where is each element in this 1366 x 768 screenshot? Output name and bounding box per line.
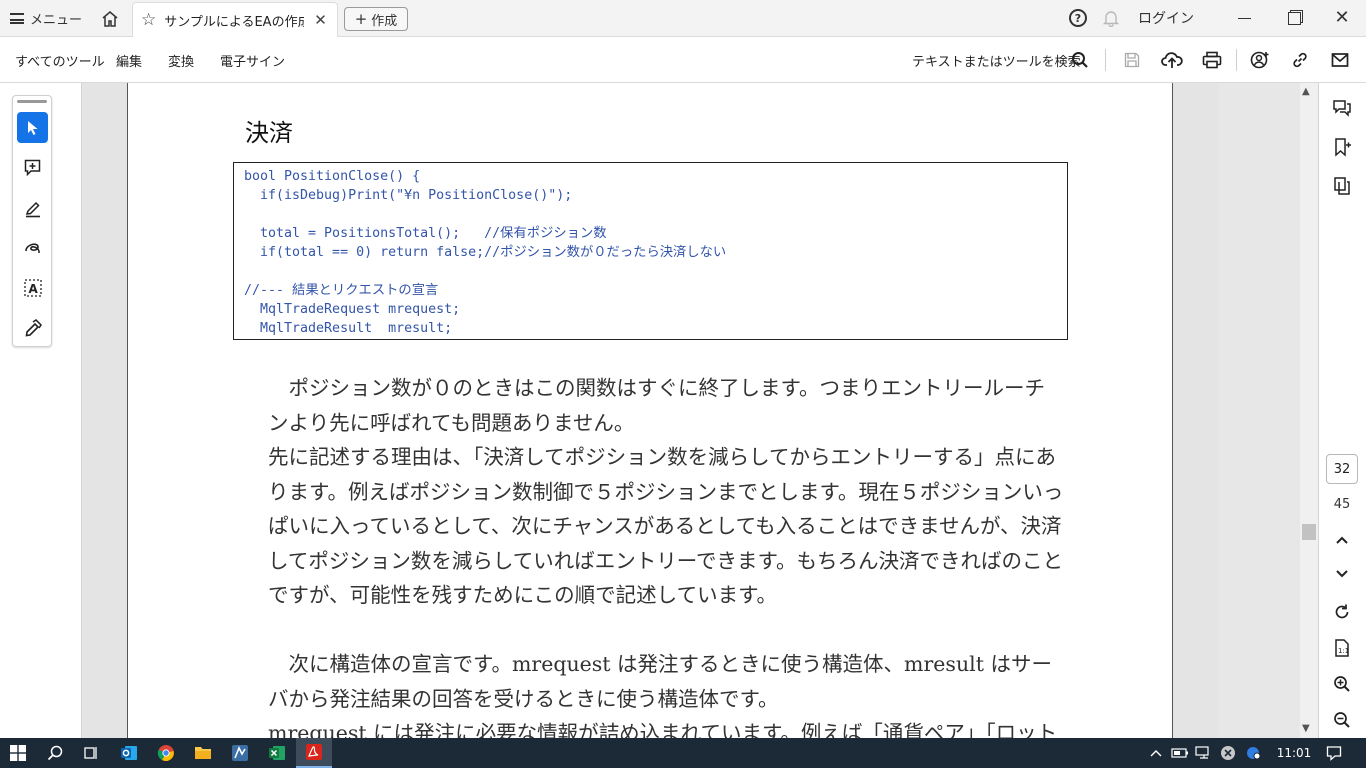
chrome-icon[interactable] xyxy=(148,738,184,768)
save-icon[interactable] xyxy=(1120,48,1144,72)
zoom-out-icon[interactable] xyxy=(1330,708,1354,732)
svg-text:A: A xyxy=(28,282,38,296)
battery-icon[interactable] xyxy=(1170,738,1190,768)
body-paragraph: ポジション数が０のときはこの関数はすぐに終了します。つまりエントリールーチ ンよ… xyxy=(268,371,1063,613)
scroll-down-icon[interactable]: ▼ xyxy=(1302,723,1310,734)
excel-icon[interactable] xyxy=(259,738,295,768)
upload-cloud-icon[interactable] xyxy=(1160,48,1184,72)
home-button[interactable] xyxy=(95,4,125,33)
text-box-icon[interactable]: A xyxy=(17,272,48,303)
cloud-sync-icon[interactable] xyxy=(1244,738,1264,768)
acrobat-icon[interactable] xyxy=(296,738,332,768)
share-user-icon[interactable] xyxy=(1248,48,1272,72)
text-line: バから発注結果の回答を受けるときに使う構造体です。 xyxy=(268,686,779,711)
volume-muted-icon[interactable] xyxy=(1218,738,1238,768)
minimize-icon[interactable] xyxy=(1230,8,1258,28)
help-icon[interactable]: ? xyxy=(1069,9,1087,27)
action-center-icon[interactable] xyxy=(1322,738,1346,768)
create-button[interactable]: + 作成 xyxy=(344,7,408,31)
notification-bell-icon[interactable] xyxy=(1101,8,1121,28)
select-cursor-icon[interactable] xyxy=(17,112,48,143)
current-page-input[interactable]: 32 xyxy=(1326,454,1358,484)
text-line: 先に記述する理由は、「決済してポジション数を減らしてからエントリーする」点にあ xyxy=(268,445,1057,469)
outlook-icon[interactable] xyxy=(111,738,147,768)
main-toolbar: すべてのツール 編集 変換 電子サイン テキストまたはツールを検索 xyxy=(0,37,1366,83)
total-pages: 45 xyxy=(1333,496,1351,512)
page-fit-icon[interactable]: 1:1 xyxy=(1330,636,1354,660)
login-button[interactable]: ログイン xyxy=(1134,6,1198,30)
drag-handle[interactable] xyxy=(17,100,47,103)
vertical-scrollbar[interactable] xyxy=(1300,83,1318,738)
code-block: bool PositionClose() { if(isDebug)Print(… xyxy=(233,162,1068,340)
code-line: if(total == 0) return false;//ポジション数が０だっ… xyxy=(244,245,727,260)
link-icon[interactable] xyxy=(1288,48,1312,72)
bookmark-icon[interactable] xyxy=(1330,135,1354,159)
network-icon[interactable] xyxy=(1194,738,1214,768)
clock[interactable]: 11:01 xyxy=(1272,738,1316,768)
pdf-page: 決済 bool PositionClose() { if(isDebug)Pri… xyxy=(127,83,1173,738)
hamburger-icon xyxy=(9,13,24,24)
code-line: MqlTradeResult mresult; xyxy=(244,321,453,336)
code-line: total = PositionsTotal(); //保有ポジション数 xyxy=(244,226,607,241)
rotate-icon[interactable] xyxy=(1330,600,1354,624)
search-icon[interactable] xyxy=(1068,48,1092,72)
tray-expand-icon[interactable] xyxy=(1148,738,1164,768)
windows-start-icon[interactable] xyxy=(0,738,36,768)
menu-convert[interactable]: 変換 xyxy=(168,37,194,83)
code-line: if(isDebug)Print("¥n PositionClose()"); xyxy=(244,188,573,203)
section-title: 決済 xyxy=(245,119,293,147)
text-line: ポジション数が０のときはこの関数はすぐに終了します。つまりエントリールーチ xyxy=(268,376,1045,400)
svg-text:1:1: 1:1 xyxy=(1338,647,1349,655)
text-line: mrequest には発注に必要な情報が詰め込まれています。例えば「通貨ペア」「… xyxy=(268,721,1058,738)
menu-label: メニュー xyxy=(29,13,82,28)
text-line: 次に構造体の宣言です。mrequest は発注するときに使う構造体、mresul… xyxy=(268,652,1052,676)
highlight-pen-icon[interactable] xyxy=(17,192,48,223)
home-icon xyxy=(102,10,118,27)
toolbar-divider xyxy=(1105,49,1106,71)
comments-icon[interactable] xyxy=(1330,96,1354,120)
code-line: MqlTradeRequest mrequest; xyxy=(244,302,461,317)
next-page-icon[interactable] xyxy=(1330,562,1354,586)
menu-e-sign[interactable]: 電子サイン xyxy=(220,37,285,83)
plus-icon: + xyxy=(354,10,368,28)
star-icon[interactable]: ☆ xyxy=(141,10,156,30)
text-line: ぱいに入っているとして、次にチャンスがあるとしても入ることはできませんが、決済 xyxy=(268,514,1062,538)
text-line: ンより先に呼ばれても問題ありません。 xyxy=(268,410,635,435)
code-line: //--- 結果とリクエストの宣言 xyxy=(244,283,439,298)
scroll-up-icon[interactable]: ▲ xyxy=(1302,86,1310,97)
file-explorer-icon[interactable] xyxy=(185,738,221,768)
text-line: ですが、可能性を残すためにこの順で記述しています。 xyxy=(268,583,778,607)
document-tab[interactable]: ☆ サンプルによるEAの作成... ✕ xyxy=(132,2,338,37)
freehand-draw-icon[interactable] xyxy=(17,232,48,263)
window-close-icon[interactable]: ✕ xyxy=(1328,6,1356,28)
menu-edit[interactable]: 編集 xyxy=(116,37,142,83)
code-line: bool PositionClose() { xyxy=(244,169,421,184)
sign-pen-icon[interactable] xyxy=(17,312,48,343)
close-tab-icon[interactable]: ✕ xyxy=(314,11,327,29)
menu-all-tools[interactable]: すべてのツール xyxy=(15,37,105,83)
search-icon[interactable] xyxy=(37,738,73,768)
toolbar-divider xyxy=(1236,49,1237,71)
add-comment-icon[interactable] xyxy=(17,152,48,183)
zoom-in-icon[interactable] xyxy=(1330,672,1354,696)
create-label: 作成 xyxy=(371,13,398,29)
menu-button[interactable]: メニュー xyxy=(0,0,92,37)
print-icon[interactable] xyxy=(1200,48,1224,72)
previous-page-icon[interactable] xyxy=(1330,528,1354,552)
trading-app-icon[interactable] xyxy=(222,738,258,768)
task-view-icon[interactable] xyxy=(73,738,109,768)
text-line: してポジション数を減らしていればエントリーできます。もちろん決済できればのこと xyxy=(268,548,1063,573)
quick-tools-panel: A xyxy=(12,95,52,347)
body-paragraph: 次に構造体の宣言です。mrequest は発注するときに使う構造体、mresul… xyxy=(268,647,1057,738)
tool-search-label[interactable]: テキストまたはツールを検索 xyxy=(912,37,1081,83)
pages-icon[interactable] xyxy=(1330,174,1354,198)
maximize-icon[interactable] xyxy=(1280,8,1308,28)
tab-title: サンプルによるEAの作成... xyxy=(164,14,305,30)
email-icon[interactable] xyxy=(1328,48,1352,72)
scrollbar-thumb[interactable] xyxy=(1302,524,1316,540)
text-line: ります。例えばポジション数制御で５ポジションまでとします。現在５ポジションいっ xyxy=(268,479,1064,504)
